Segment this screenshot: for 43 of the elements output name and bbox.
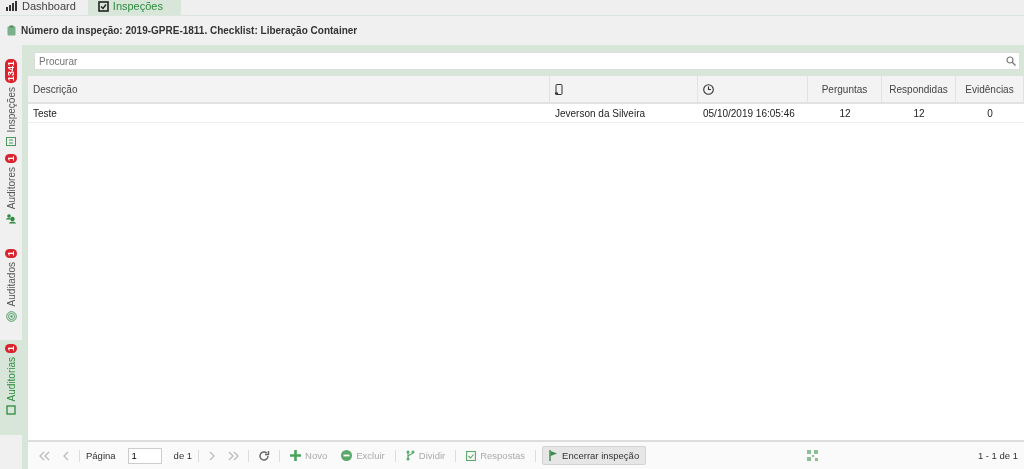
plus-icon: [290, 450, 302, 461]
checkbox-icon: [97, 0, 109, 12]
page-count: de 1: [173, 450, 193, 461]
phone-icon: [555, 83, 563, 95]
table-cell: 0: [987, 107, 993, 119]
square-icon: [6, 405, 16, 416]
side-tab[interactable]: 1 Auditados: [0, 245, 22, 340]
toolbar-button[interactable]: Encerrar inspeção: [542, 446, 647, 465]
search-icon: [1006, 56, 1016, 66]
column-header[interactable]: Evidências: [965, 83, 1014, 95]
column-header[interactable]: Respondidas: [889, 83, 948, 95]
clipboard-check-icon: [466, 450, 477, 461]
list-icon: [6, 136, 16, 146]
table-cell: 12: [839, 107, 851, 119]
table-cell: Teste: [33, 107, 57, 119]
column-header[interactable]: Perguntas: [821, 83, 868, 95]
inspection-title: Número da inspeção: 2019-GPRE-1811. Checklist: Liberação Container: [21, 25, 358, 36]
minus-circle-icon: [341, 450, 353, 461]
search-field[interactable]: Procurar: [34, 52, 1020, 70]
page-label: Página: [86, 450, 116, 461]
clock-icon: [703, 83, 714, 95]
side-tab[interactable]: 1341 Inspeções: [0, 55, 22, 150]
record-count: 1 - 1 de 1: [977, 450, 1018, 461]
clipboard-icon: [7, 25, 16, 36]
bar-chart-icon: [6, 1, 18, 11]
table-cell: Jeverson da Silveira: [555, 107, 646, 119]
table-cell: 05/10/2019 16:05:46: [703, 107, 795, 119]
people-icon: [6, 213, 16, 225]
branch-icon: [405, 450, 415, 461]
count-badge: 1: [5, 154, 17, 163]
target-icon: [5, 310, 17, 322]
nav-tab[interactable]: Dashboard: [4, 0, 86, 15]
count-badge: 1: [5, 249, 17, 258]
qr-code-icon[interactable]: [806, 450, 818, 461]
column-header[interactable]: Descrição: [33, 83, 78, 95]
count-badge: 1: [5, 344, 17, 353]
page-input[interactable]: 1: [127, 447, 162, 464]
side-tab[interactable]: 1 Auditores: [0, 150, 22, 245]
count-badge: 1341: [5, 59, 17, 84]
table-cell: 12: [913, 107, 925, 119]
flag-icon: [549, 450, 559, 461]
side-tab[interactable]: 1 Auditorias: [0, 340, 22, 435]
nav-tab[interactable]: Inspeções: [87, 0, 181, 15]
